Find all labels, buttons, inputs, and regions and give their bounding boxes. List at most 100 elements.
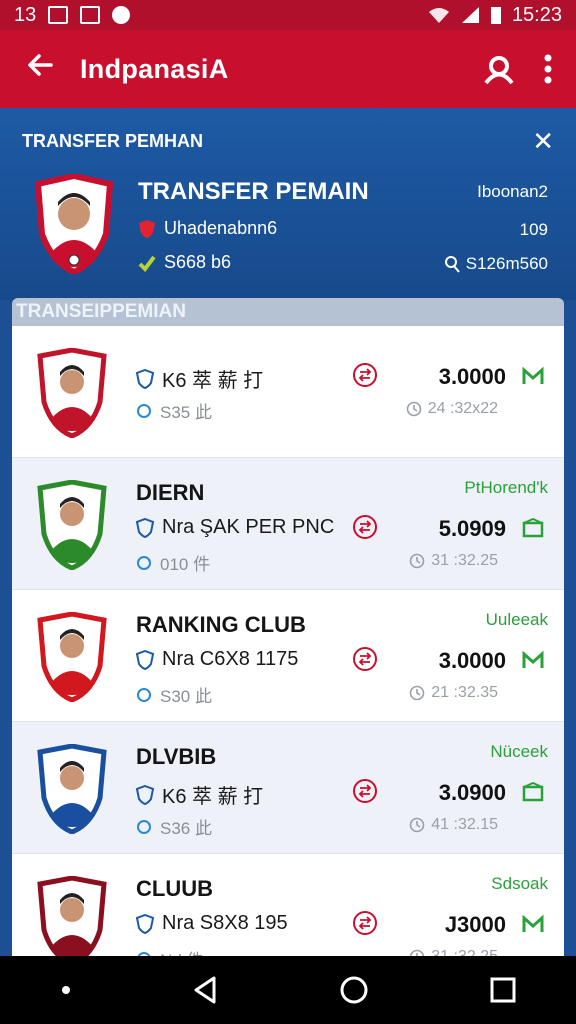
club-crest bbox=[37, 480, 107, 570]
profile-icon[interactable] bbox=[482, 52, 516, 86]
close-icon[interactable]: ✕ bbox=[532, 128, 554, 154]
transfer-list: TRANSEIPPEMIAN K6 萃 薪 打 S35 此 3.0000 24 … bbox=[12, 298, 564, 956]
transfer-time-text: 21 :32.35 bbox=[431, 684, 498, 701]
card-icon bbox=[522, 518, 544, 538]
transfer-time-text: 31 :32.25 bbox=[431, 948, 498, 956]
transfer-time-text: 31 :32.25 bbox=[431, 552, 498, 569]
app-title: IndpanasiA bbox=[80, 53, 229, 84]
exchange-icon[interactable] bbox=[352, 362, 378, 388]
battery-icon bbox=[490, 7, 501, 24]
player-info: Nra ŞAK PER PNC bbox=[136, 516, 334, 539]
transfer-status: PtHorend'k bbox=[464, 478, 548, 497]
player-line: Nra C6X8 1175 bbox=[162, 648, 299, 670]
transfer-time: 24 :32x22 bbox=[406, 400, 498, 418]
banner-row-1: Uhadenabnn6 bbox=[138, 218, 277, 239]
player-info: Nra C6X8 1175 bbox=[136, 648, 298, 671]
banner-row-1-value: 109 bbox=[519, 220, 548, 239]
transfer-value: 3.0000 bbox=[438, 364, 506, 389]
player-sub: S35 此 bbox=[136, 398, 212, 423]
more-vert-icon[interactable] bbox=[544, 54, 552, 84]
status-time: 15:23 bbox=[511, 3, 562, 26]
player-info: K6 萃 薪 打 bbox=[136, 780, 263, 809]
exchange-icon[interactable] bbox=[352, 646, 378, 672]
club-name: RANKING CLUB bbox=[136, 612, 306, 637]
card-icon bbox=[522, 782, 544, 802]
transfer-time-text: 41 :32.15 bbox=[431, 816, 498, 833]
clock-icon bbox=[409, 553, 425, 569]
transfer-card[interactable]: K6 萃 薪 打 S35 此 3.0000 24 :32x22 bbox=[12, 326, 564, 458]
transfer-status: Nüceek bbox=[490, 742, 548, 761]
transfer-time: 21 :32.35 bbox=[409, 684, 498, 702]
transfer-value: 3.0000 bbox=[438, 648, 506, 673]
transfer-status: Uuleeak bbox=[485, 610, 548, 629]
notification-icon bbox=[80, 6, 101, 24]
shield-icon bbox=[139, 219, 155, 238]
transfer-time: 31 :32.25 bbox=[409, 948, 498, 956]
shield-icon bbox=[136, 649, 154, 670]
banner-section-title: TRANSFER PEMHAN bbox=[22, 130, 204, 151]
player-line: Nra S8X8 195 bbox=[162, 912, 288, 934]
transfer-card[interactable]: DIERN PtHorend'k Nra ŞAK PER PNC 010 件 5… bbox=[12, 458, 564, 590]
player-sub-text: 010 件 bbox=[160, 555, 211, 574]
transfer-card[interactable]: CLUUB Sdsoak Nra S8X8 195 Nrl 件 J3000 31… bbox=[12, 854, 564, 956]
club-crest bbox=[37, 612, 107, 702]
nav-back-icon[interactable] bbox=[192, 975, 218, 1005]
player-sub: 010 件 bbox=[136, 550, 210, 575]
system-nav-bar bbox=[0, 956, 576, 1024]
banner-row-2: S668 b6 bbox=[138, 252, 231, 273]
trend-up-icon bbox=[522, 914, 544, 932]
player-sub-text: S36 此 bbox=[160, 819, 212, 838]
exchange-icon[interactable] bbox=[352, 514, 378, 540]
shield-icon bbox=[136, 517, 154, 538]
transfer-value: 3.0900 bbox=[438, 780, 506, 805]
transfer-time: 41 :32.15 bbox=[409, 816, 498, 834]
player-info: Nra S8X8 195 bbox=[136, 912, 288, 935]
club-name: CLUUB bbox=[136, 876, 213, 901]
club-crest bbox=[37, 744, 107, 834]
transfer-banner: TRANSFER PEMHAN ✕ TRANSFER PEMAIN Iboona… bbox=[0, 108, 576, 300]
banner-row-1-text: Uhadenabnn6 bbox=[164, 218, 278, 238]
list-header: TRANSEIPPEMIAN bbox=[12, 298, 564, 326]
trend-up-icon bbox=[522, 366, 544, 384]
shield-icon bbox=[136, 784, 154, 805]
player-sub-text: S30 此 bbox=[160, 687, 212, 706]
player-sub: S36 此 bbox=[136, 814, 212, 839]
nav-recents-icon[interactable] bbox=[490, 977, 516, 1003]
club-crest bbox=[37, 348, 107, 438]
search-doc-icon bbox=[444, 256, 460, 273]
tag-icon bbox=[137, 687, 151, 702]
banner-title: TRANSFER PEMAIN bbox=[138, 178, 369, 205]
exchange-icon[interactable] bbox=[352, 910, 378, 936]
player-crest bbox=[34, 174, 114, 274]
transfer-time: 31 :32.25 bbox=[409, 552, 498, 570]
transfer-status: Sdsoak bbox=[491, 874, 548, 893]
banner-code: Iboonan2 bbox=[477, 182, 548, 201]
signal-icon bbox=[461, 7, 479, 23]
transfer-time-text: 24 :32x22 bbox=[427, 400, 498, 417]
player-sub: S30 此 bbox=[136, 682, 212, 707]
club-crest bbox=[37, 876, 107, 956]
back-button[interactable] bbox=[0, 50, 80, 89]
clock-icon bbox=[406, 401, 422, 417]
nav-dot-icon bbox=[61, 986, 70, 994]
shield-icon bbox=[136, 368, 154, 389]
clock-icon bbox=[409, 817, 425, 833]
transfer-card[interactable]: RANKING CLUB Uuleeak Nra C6X8 1175 S30 此… bbox=[12, 590, 564, 722]
location-icon bbox=[112, 6, 131, 24]
transfer-value: 5.0909 bbox=[438, 516, 506, 541]
transfer-value: J3000 bbox=[444, 912, 506, 937]
club-name: DIERN bbox=[136, 480, 205, 505]
player-sub-text: Nrl 件 bbox=[160, 946, 203, 956]
exchange-icon[interactable] bbox=[352, 778, 378, 804]
nav-home-icon[interactable] bbox=[339, 975, 369, 1005]
player-line: K6 萃 薪 打 bbox=[162, 370, 264, 392]
wifi-icon bbox=[428, 8, 449, 23]
status-bar: 13 15:23 bbox=[0, 0, 576, 30]
player-info: K6 萃 薪 打 bbox=[136, 364, 263, 393]
transfer-card[interactable]: DLVBIB Nüceek K6 萃 薪 打 S36 此 3.0900 41 :… bbox=[12, 722, 564, 854]
player-line: Nra ŞAK PER PNC bbox=[162, 516, 335, 538]
tag-icon bbox=[137, 819, 151, 834]
shield-icon bbox=[136, 913, 154, 934]
app-bar: IndpanasiA bbox=[0, 30, 576, 108]
club-name: DLVBIB bbox=[136, 744, 217, 769]
